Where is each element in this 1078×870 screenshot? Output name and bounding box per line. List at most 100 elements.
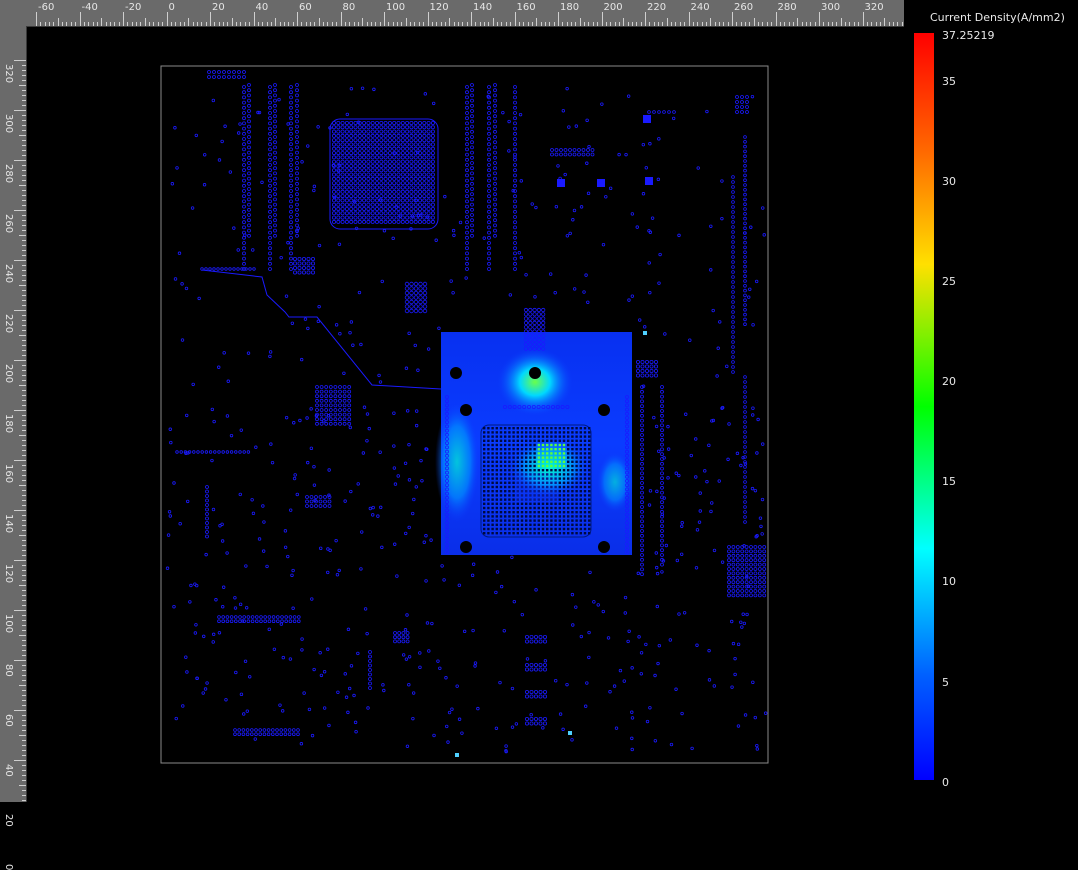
via [427,649,431,653]
ruler-tick [249,22,251,26]
via [194,133,199,138]
via [396,142,401,147]
via [513,178,517,183]
bga-ball [575,485,578,489]
via [278,703,282,707]
bga-ball [483,460,486,463]
via [338,408,342,412]
bga-ball [567,448,570,451]
bga-ball [546,435,549,438]
bga-ball [567,469,570,472]
via [217,450,221,454]
via [409,308,414,314]
via [638,318,642,322]
bga-ball [487,469,490,472]
ruler-tick [22,105,26,106]
ruler-tick [22,100,26,101]
via [426,211,431,216]
via [340,219,345,224]
via [417,121,422,126]
via [347,421,352,426]
via [422,290,428,296]
via [365,412,370,416]
via [185,670,189,674]
ruler-tick [410,22,412,26]
bga-ball [512,439,515,442]
via [645,364,650,369]
via [749,584,753,589]
via [396,172,401,177]
bga-ball [546,532,549,535]
bga-ball [533,502,536,505]
via [530,202,534,206]
via [353,121,358,126]
via [584,273,588,277]
bga-ball [541,439,545,442]
ruler-tick [597,22,599,26]
via [353,155,358,160]
via [353,133,358,138]
bga-ball [558,477,561,480]
via [242,168,246,173]
bga-ball [550,481,553,484]
via [205,681,209,685]
via [349,142,354,147]
bga-ball [554,498,557,501]
via [749,225,753,229]
via [273,135,277,139]
via [247,166,251,171]
bga-ball [504,494,507,497]
ruler-tick [749,22,751,26]
via [344,159,349,164]
bga-ball [483,502,486,505]
bga-ball [533,515,536,518]
ruler-left-label: 160 [3,464,14,484]
via [326,647,330,651]
via [379,168,384,173]
via [426,194,431,199]
via [744,558,749,563]
via [340,206,345,211]
via [740,100,744,104]
via [362,121,367,126]
bga-ball [516,532,519,535]
bga-ball [562,456,566,459]
via [426,206,431,211]
ruler-tick [22,345,26,346]
via [680,524,684,528]
via [295,223,299,228]
via [262,732,267,736]
via [251,511,256,516]
ruler-tick [22,230,26,231]
ruler-tick [344,22,346,26]
via [744,567,749,571]
board-drawing[interactable] [27,27,904,802]
via [470,114,474,119]
via [416,368,420,372]
via [640,364,645,369]
bga-ball [567,515,570,518]
via [740,549,745,554]
via [493,88,497,93]
via [640,428,644,433]
via [289,105,293,110]
via [247,135,251,139]
bga-ball [525,456,528,459]
via [383,198,388,203]
via [743,713,748,717]
via [357,159,362,164]
bga-ball [575,431,578,434]
via [465,178,469,183]
via [470,140,474,145]
via [331,168,336,173]
layout-canvas[interactable] [27,27,904,802]
via [465,168,469,173]
via [524,717,529,722]
via [233,732,237,736]
via [293,473,297,477]
ruler-tick [166,12,168,26]
via [289,189,293,193]
bga-ball [487,435,490,438]
via [374,194,379,199]
via [424,447,428,451]
